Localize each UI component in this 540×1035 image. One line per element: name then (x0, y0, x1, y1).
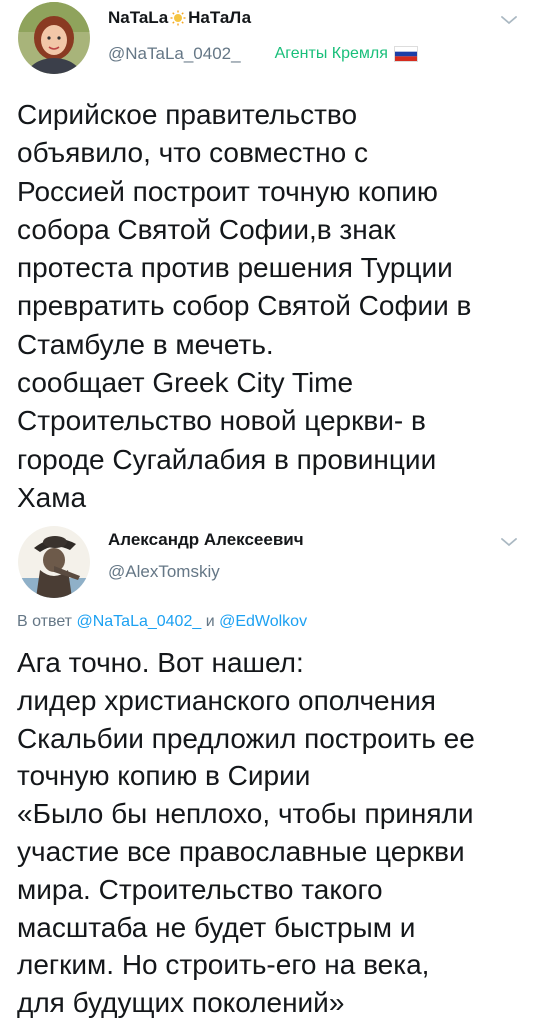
avatar[interactable] (18, 2, 90, 74)
handle[interactable]: @NaTaLa_0402_ Агенты Кремля (108, 44, 418, 64)
tweet-text: Сирийское правительство объявило, что со… (17, 99, 472, 513)
sun-icon (170, 10, 186, 26)
handle[interactable]: @AlexTomskiy (108, 562, 220, 582)
reply-context: В ответ @NaTaLa_0402_ и @EdWolkov (17, 613, 308, 630)
avatar-photo-icon (18, 2, 90, 74)
reply-user-link[interactable]: @NaTaLa_0402_ (76, 613, 201, 630)
chevron-down-icon[interactable] (500, 536, 518, 548)
display-name[interactable]: NaTaLa НаТаЛа (108, 8, 251, 28)
avatar[interactable] (18, 526, 90, 598)
russia-flag-icon (393, 46, 418, 62)
display-name[interactable]: Александр Алексеевич (108, 530, 304, 550)
reply-user-link[interactable]: @EdWolkov (219, 613, 307, 630)
tweet-text: Ага точно. Вот нашел: лидер христианског… (17, 647, 475, 1019)
chevron-down-icon[interactable] (500, 14, 518, 26)
avatar-photo-icon (18, 526, 90, 598)
bio-tag: Агенты Кремля (275, 45, 418, 63)
